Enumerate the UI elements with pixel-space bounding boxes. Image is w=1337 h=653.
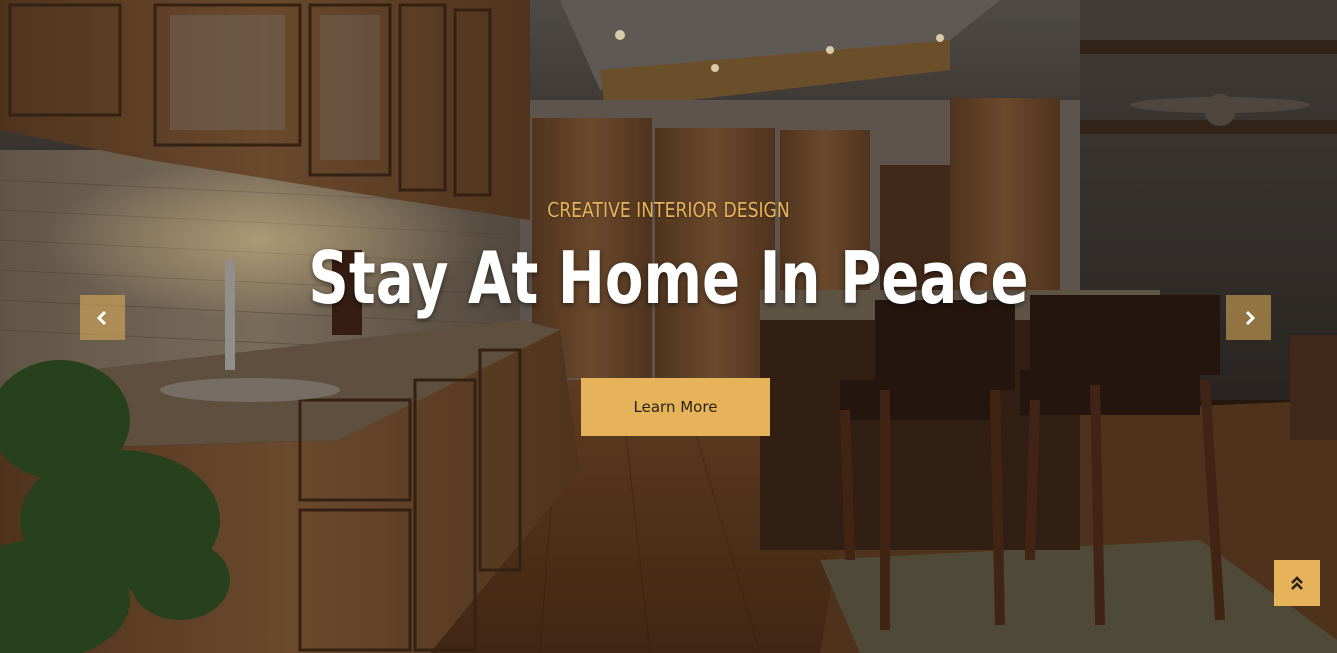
chevron-right-icon — [1245, 310, 1255, 325]
slide-title: Stay At Home In Peace — [308, 236, 1029, 320]
slide-subtitle: CREATIVE INTERIOR DESIGN — [547, 198, 790, 222]
chevron-left-icon — [96, 310, 106, 325]
back-to-top-button[interactable] — [1274, 560, 1320, 606]
hero-dark-overlay — [0, 0, 1337, 653]
learn-more-button[interactable]: Learn More — [581, 378, 770, 436]
slider-next-button[interactable] — [1226, 295, 1271, 340]
double-chevron-up-icon — [1291, 576, 1303, 590]
slider-prev-button[interactable] — [80, 295, 125, 340]
slide-caption: CREATIVE INTERIOR DESIGN Stay At Home In… — [0, 198, 1337, 320]
hero-slider: CREATIVE INTERIOR DESIGN Stay At Home In… — [0, 0, 1337, 653]
